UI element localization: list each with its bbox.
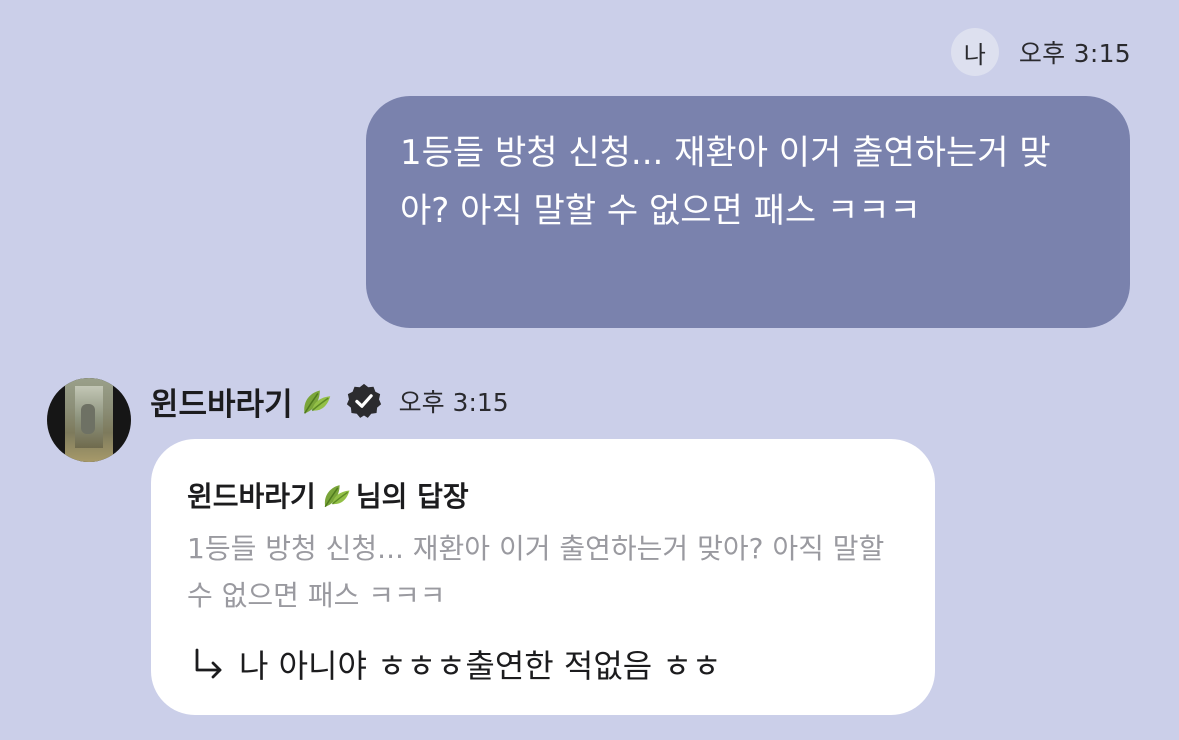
quote-title-suffix: 님의 답장: [355, 480, 469, 513]
message-time: 오후 3:15: [1018, 39, 1131, 68]
reply-line: 나 아니야 ㅎㅎㅎ출연한 적없음 ㅎㅎ: [187, 641, 899, 687]
outgoing-message-bubble[interactable]: 1등들 방청 신청... 재환아 이거 출연하는거 맞아? 아직 말할 수 없으…: [366, 96, 1130, 328]
avatar-photo: [65, 378, 113, 462]
outgoing-message-meta: 나 오후 3:15: [950, 28, 1131, 76]
message-time: 오후 3:15: [398, 388, 509, 417]
reply-message-text: 나 아니야 ㅎㅎㅎ출연한 적없음 ㅎㅎ: [239, 647, 722, 685]
quoted-message-text[interactable]: 1등들 방청 신청... 재환아 이거 출연하는거 맞아? 아직 말할 수 없으…: [187, 525, 907, 619]
incoming-message-header: 윈드바라기 오후 3:15: [150, 376, 509, 426]
sender-badge[interactable]: 나: [950, 28, 999, 76]
quote-title-name: 윈드바라기: [187, 480, 316, 513]
avatar[interactable]: [47, 378, 131, 462]
leaf-icon: [324, 485, 350, 508]
outgoing-message-text: 1등들 방청 신청... 재환아 이거 출연하는거 맞아? 아직 말할 수 없으…: [400, 133, 1051, 231]
verified-icon: [346, 383, 381, 418]
incoming-reply-bubble[interactable]: 윈드바라기 님의 답장 1등들 방청 신청... 재환아 이거 출연하는거 맞아…: [151, 439, 935, 715]
sender-name[interactable]: 윈드바라기: [150, 379, 293, 424]
leaf-icon: [303, 390, 330, 414]
reply-arrow-icon: [195, 648, 222, 679]
quote-title: 윈드바라기 님의 답장: [187, 475, 899, 515]
